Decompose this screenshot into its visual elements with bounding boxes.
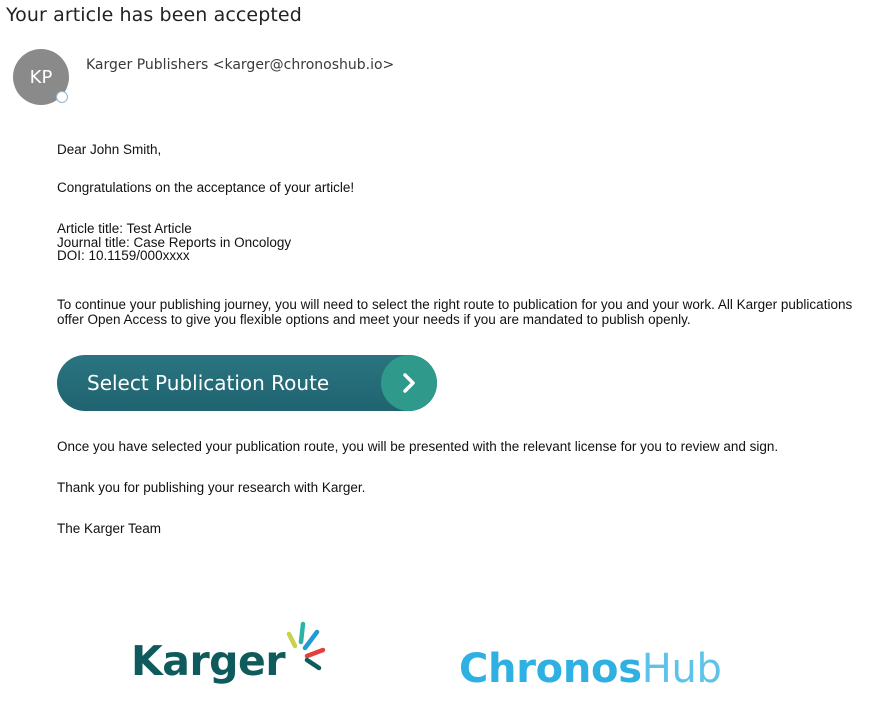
email-view: Your article has been accepted KP Karger…	[0, 0, 874, 721]
congratulations-text: Congratulations on the acceptance of you…	[57, 180, 355, 195]
thanks-text: Thank you for publishing your research w…	[57, 480, 366, 495]
cta-label: Select Publication Route	[87, 371, 330, 395]
article-details: Article title: Test Article Journal titl…	[57, 222, 291, 263]
greeting: Dear John Smith,	[57, 142, 162, 157]
doi: DOI: 10.1159/000xxxx	[57, 248, 190, 263]
karger-logo-mark	[286, 621, 326, 671]
journal-title: Journal title: Case Reports in Oncology	[57, 234, 292, 250]
karger-logo: Karger	[131, 620, 341, 700]
chronoshub-logo: ChronosHub	[459, 646, 722, 692]
chronoshub-logo-hub: Hub	[641, 646, 722, 692]
sender-address[interactable]: Karger Publishers <karger@chronoshub.io>	[86, 57, 394, 73]
chevron-right-icon	[403, 373, 415, 393]
presence-icon	[56, 91, 68, 103]
publishing-journey-text: To continue your publishing journey, you…	[57, 297, 853, 327]
karger-logo-text: Karger	[131, 637, 286, 685]
article-title: Article title: Test Article	[57, 221, 192, 236]
license-info-text: Once you have selected your publication …	[57, 439, 779, 454]
signoff: The Karger Team	[57, 521, 162, 536]
select-publication-route-button[interactable]: Select Publication Route	[57, 355, 437, 411]
chevron-circle	[381, 355, 437, 411]
chronoshub-logo-chronos: Chronos	[459, 646, 642, 692]
avatar-initials: KP	[29, 66, 53, 88]
email-subject: Your article has been accepted	[6, 4, 302, 26]
